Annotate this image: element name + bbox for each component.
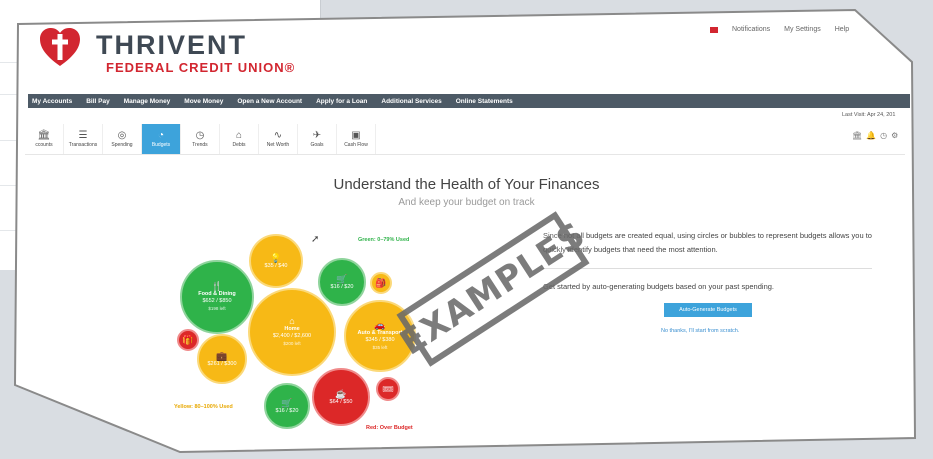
nav-move-money[interactable]: Move Money: [184, 98, 223, 105]
tab-trends[interactable]: ◷ Trends: [181, 124, 220, 154]
bubble-value: $64 / $50: [329, 398, 353, 405]
briefcase-icon: 💼: [216, 350, 228, 361]
brand-name: THRIVENT: [96, 30, 247, 60]
bubble-small-red-2[interactable]: 🎟: [376, 377, 400, 401]
bulb-icon: 💡: [270, 252, 282, 263]
top-links: Notifications My Settings Help: [710, 26, 849, 33]
nav-my-accounts[interactable]: My Accounts: [32, 98, 72, 105]
coffee-icon: ☕: [335, 388, 347, 399]
cart-icon: 🛒: [281, 397, 293, 408]
bubble-b2[interactable]: 🛒 $16 / $20: [318, 258, 366, 306]
bubble-left: $200 left: [283, 341, 301, 346]
no-thanks-link[interactable]: No thanks, I'll start from scratch.: [661, 328, 739, 334]
tab-label: Net Worth: [266, 142, 290, 148]
fork-knife-icon: 🍴: [211, 281, 223, 291]
divider: [25, 154, 905, 155]
right-toolbar: 🏛 🔔 ◷ ⚙: [852, 131, 898, 140]
list-icon: ☰: [78, 130, 88, 141]
description: Since not all budgets are created equal,…: [543, 231, 872, 254]
last-visit: Last Visit: Apr 24, 201: [842, 112, 896, 118]
bubble-b4[interactable]: ☕ $64 / $50: [312, 368, 370, 426]
top-link-help[interactable]: Help: [835, 26, 849, 33]
nav-online-statements[interactable]: Online Statements: [456, 98, 513, 105]
cursor-icon: ➚: [311, 234, 320, 245]
bubble-b3[interactable]: 💼 $261 / $300: [197, 334, 247, 384]
get-started-text: Get started by auto-generating budgets b…: [543, 282, 774, 291]
bubble-value: $16 / $20: [275, 407, 299, 414]
tab-debts[interactable]: ⌂ Debts: [220, 124, 259, 154]
bubble-name: Home: [284, 326, 300, 332]
legend-green: Green: 0–79% Used: [358, 237, 410, 243]
bubble-food-dining[interactable]: 🍴 Food & Dining $652 / $850 $198 left: [180, 260, 254, 334]
cart-icon: 🛒: [336, 273, 348, 284]
clock-icon[interactable]: ◷: [880, 131, 887, 140]
legend-yellow: Yellow: 80–100% Used: [174, 404, 233, 410]
bubble-value: $16 / $20: [330, 283, 354, 290]
nav-additional-services[interactable]: Additional Services: [381, 98, 441, 105]
clock-icon: ◷: [195, 130, 205, 141]
bubble-value: $652 / $850: [202, 298, 232, 304]
bubble-value: $345 / $380: [365, 337, 395, 343]
bubble-value: $35 / $40: [264, 262, 288, 269]
top-link-notifications[interactable]: Notifications: [732, 26, 770, 33]
bubble-value: $2,400 / $2,600: [272, 333, 312, 339]
tab-label: Budgets: [151, 142, 171, 148]
main-nav: My Accounts Bill Pay Manage Money Move M…: [28, 94, 910, 108]
nav-apply-loan[interactable]: Apply for a Loan: [316, 98, 367, 105]
bubble-value: $261 / $300: [207, 360, 237, 367]
bubble-left: $198 left: [208, 306, 226, 311]
house-icon: ⌂: [235, 130, 243, 141]
gear-icon[interactable]: ⚙: [891, 131, 898, 140]
tab-label: Trends: [192, 142, 208, 148]
cash-icon: ▣: [351, 130, 361, 141]
bubble-name: Food & Dining: [198, 291, 236, 297]
bank-icon: 🏛: [37, 130, 51, 141]
page-card: THRIVENT FEDERAL CREDIT UNION® Notificat…: [15, 10, 915, 452]
tab-net-worth[interactable]: ∿ Net Worth: [259, 124, 298, 154]
tab-goals[interactable]: ✈ Goals: [298, 124, 337, 154]
legend-red: Red: Over Budget: [366, 425, 413, 431]
page-title: Understand the Health of Your Finances: [333, 176, 600, 193]
ticket-icon: 🎟: [382, 384, 394, 394]
bubble-small-red[interactable]: 🎁: [177, 329, 199, 351]
plane-icon: ✈: [312, 130, 322, 141]
tab-label: ccounts: [35, 142, 53, 148]
nav-bill-pay[interactable]: Bill Pay: [86, 98, 109, 105]
page-subtitle: And keep your budget on track: [398, 197, 535, 208]
bank-icon[interactable]: 🏛: [852, 131, 862, 140]
divider: [540, 268, 872, 269]
logo-icon: [40, 28, 80, 66]
tab-label: Spending: [111, 142, 133, 148]
top-link-settings[interactable]: My Settings: [784, 26, 821, 33]
brand-subtitle: FEDERAL CREDIT UNION®: [106, 60, 296, 75]
tab-accounts[interactable]: 🏛 ccounts: [25, 124, 64, 154]
bubble-b1[interactable]: 💡 $35 / $40: [249, 234, 303, 288]
car-icon: 🚗: [374, 320, 386, 330]
target-icon: ◎: [117, 130, 127, 141]
tab-label: Debts: [232, 142, 246, 148]
bell-icon[interactable]: 🔔: [866, 131, 876, 140]
bubble-b5[interactable]: 🛒 $16 / $20: [264, 383, 310, 429]
wave-icon: ∿: [273, 130, 283, 141]
home-icon: ⌂: [289, 316, 295, 326]
notification-icon[interactable]: [710, 26, 718, 33]
bubble-small-yellow[interactable]: 🎒: [370, 272, 392, 294]
tab-cash-flow[interactable]: ▣ Cash Flow: [337, 124, 376, 154]
auto-generate-button[interactable]: Auto-Generate Budgets: [664, 303, 752, 317]
tab-budgets[interactable]: ◔ Budgets: [142, 124, 181, 154]
gift-icon: 🎁: [182, 335, 194, 345]
nav-open-account[interactable]: Open a New Account: [237, 98, 302, 105]
nav-manage-money[interactable]: Manage Money: [124, 98, 171, 105]
bag-icon: 🎒: [375, 278, 387, 288]
pie-icon: ◔: [157, 130, 165, 141]
bubble-left: $35 left: [372, 345, 388, 350]
tab-label: Cash Flow: [344, 142, 368, 148]
tab-transactions[interactable]: ☰ Transactions: [64, 124, 103, 154]
tool-tabs: 🏛 ccounts ☰ Transactions ◎ Spending ◔ Budget…: [25, 124, 376, 154]
tab-label: Transactions: [68, 142, 98, 148]
bubble-home[interactable]: ⌂ Home $2,400 / $2,600 $200 left: [248, 288, 336, 376]
tab-label: Goals: [310, 142, 324, 148]
tab-spending[interactable]: ◎ Spending: [103, 124, 142, 154]
